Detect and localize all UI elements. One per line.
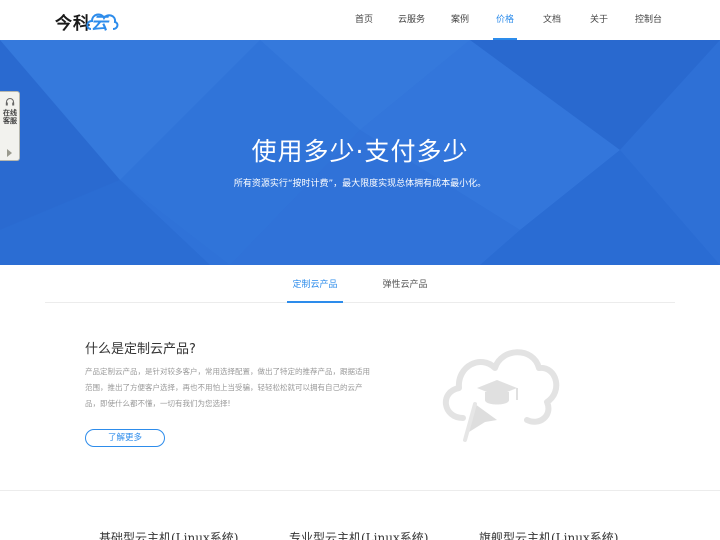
product-tabs: 定制云产品 弹性云产品 (45, 266, 675, 303)
hero-banner: 使用多少·支付多少 所有资源实行“按时计费”，最大限度实现总体拥有成本最小化。 (0, 40, 720, 265)
nav-console[interactable]: 控制台 (635, 0, 662, 40)
intro-title: 什么是定制云产品? (85, 342, 196, 357)
cloud-graduation-cap-cursor-icon (442, 349, 560, 442)
product-title-basic: 基础型云主机(Linux系统) (99, 531, 239, 540)
tab-elastic-cloud[interactable]: 弹性云产品 (378, 266, 432, 303)
intro-description: 产品定制云产品，是针对较多客户，常用选择配置，做出了特定的推荐产品，跟据适用范围… (85, 367, 370, 408)
hero-subtitle: 所有资源实行“按时计费”，最大限度实现总体拥有成本最小化。 (233, 179, 487, 189)
product-title-flagship: 旗舰型云主机(Linux系统) (479, 531, 619, 540)
nav-pricing[interactable]: 价格 (493, 0, 517, 40)
top-header: 今科云 首页 云服务 案例 价格 文档 关于 控制台 (0, 0, 720, 40)
expand-arrow-icon (7, 149, 12, 157)
online-service-float[interactable]: 在线客服 (0, 91, 20, 161)
nav-home[interactable]: 首页 (352, 0, 376, 40)
nav-cloud-services[interactable]: 云服务 (398, 0, 425, 40)
nav-about[interactable]: 关于 (587, 0, 611, 40)
online-service-label: 在线客服 (3, 109, 17, 125)
product-title-pro: 专业型云主机(Linux系统) (289, 531, 429, 540)
tab-custom-cloud[interactable]: 定制云产品 (287, 266, 343, 303)
learn-more-button[interactable]: 了解更多 (85, 429, 165, 447)
logo-cloud-icon (86, 13, 119, 30)
headset-icon (5, 98, 15, 106)
hero-title: 使用多少·支付多少 (251, 137, 469, 166)
nav-docs[interactable]: 文档 (540, 0, 564, 40)
section-divider (0, 490, 720, 491)
nav-cases[interactable]: 案例 (448, 0, 472, 40)
site-logo[interactable]: 今科云 (55, 7, 119, 35)
